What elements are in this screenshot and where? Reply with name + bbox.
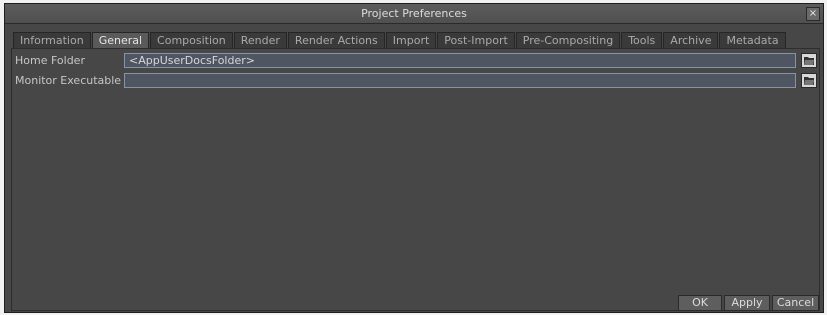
- tab-render[interactable]: Render: [233, 32, 287, 48]
- home-folder-label: Home Folder: [15, 54, 85, 67]
- general-panel: Home Folder <AppUserDocsFolder> Monitor …: [11, 48, 820, 311]
- home-folder-browse-button[interactable]: [801, 53, 817, 68]
- monitor-executable-row: Monitor Executable: [12, 73, 821, 89]
- tab-information[interactable]: Information: [13, 32, 91, 48]
- folder-browse-icon: [804, 77, 814, 85]
- tab-archive[interactable]: Archive: [663, 32, 719, 48]
- monitor-executable-browse-button[interactable]: [801, 73, 817, 88]
- close-button[interactable]: ×: [806, 7, 820, 21]
- home-folder-row: Home Folder <AppUserDocsFolder>: [12, 53, 821, 69]
- cancel-button[interactable]: Cancel: [772, 295, 819, 311]
- folder-browse-icon: [804, 57, 814, 65]
- tab-composition[interactable]: Composition: [150, 32, 233, 48]
- tab-bar: Information General Composition Render R…: [13, 32, 787, 49]
- title-bar: Project Preferences ×: [5, 4, 823, 24]
- home-folder-input[interactable]: <AppUserDocsFolder>: [124, 53, 796, 68]
- project-preferences-window: Project Preferences × Information Genera…: [4, 3, 824, 313]
- monitor-executable-input[interactable]: [124, 73, 796, 88]
- monitor-executable-label: Monitor Executable: [15, 74, 122, 87]
- tab-post-import[interactable]: Post-Import: [437, 32, 515, 48]
- tab-pre-compositing[interactable]: Pre-Compositing: [515, 32, 621, 48]
- close-icon: ×: [808, 8, 818, 19]
- tab-import[interactable]: Import: [385, 32, 437, 48]
- window-title: Project Preferences: [361, 7, 467, 20]
- tab-render-actions[interactable]: Render Actions: [287, 32, 385, 48]
- tab-metadata[interactable]: Metadata: [719, 32, 786, 48]
- tab-general[interactable]: General: [91, 32, 150, 49]
- apply-button[interactable]: Apply: [724, 295, 770, 311]
- tab-tools[interactable]: Tools: [621, 32, 663, 48]
- ok-button[interactable]: OK: [678, 295, 722, 311]
